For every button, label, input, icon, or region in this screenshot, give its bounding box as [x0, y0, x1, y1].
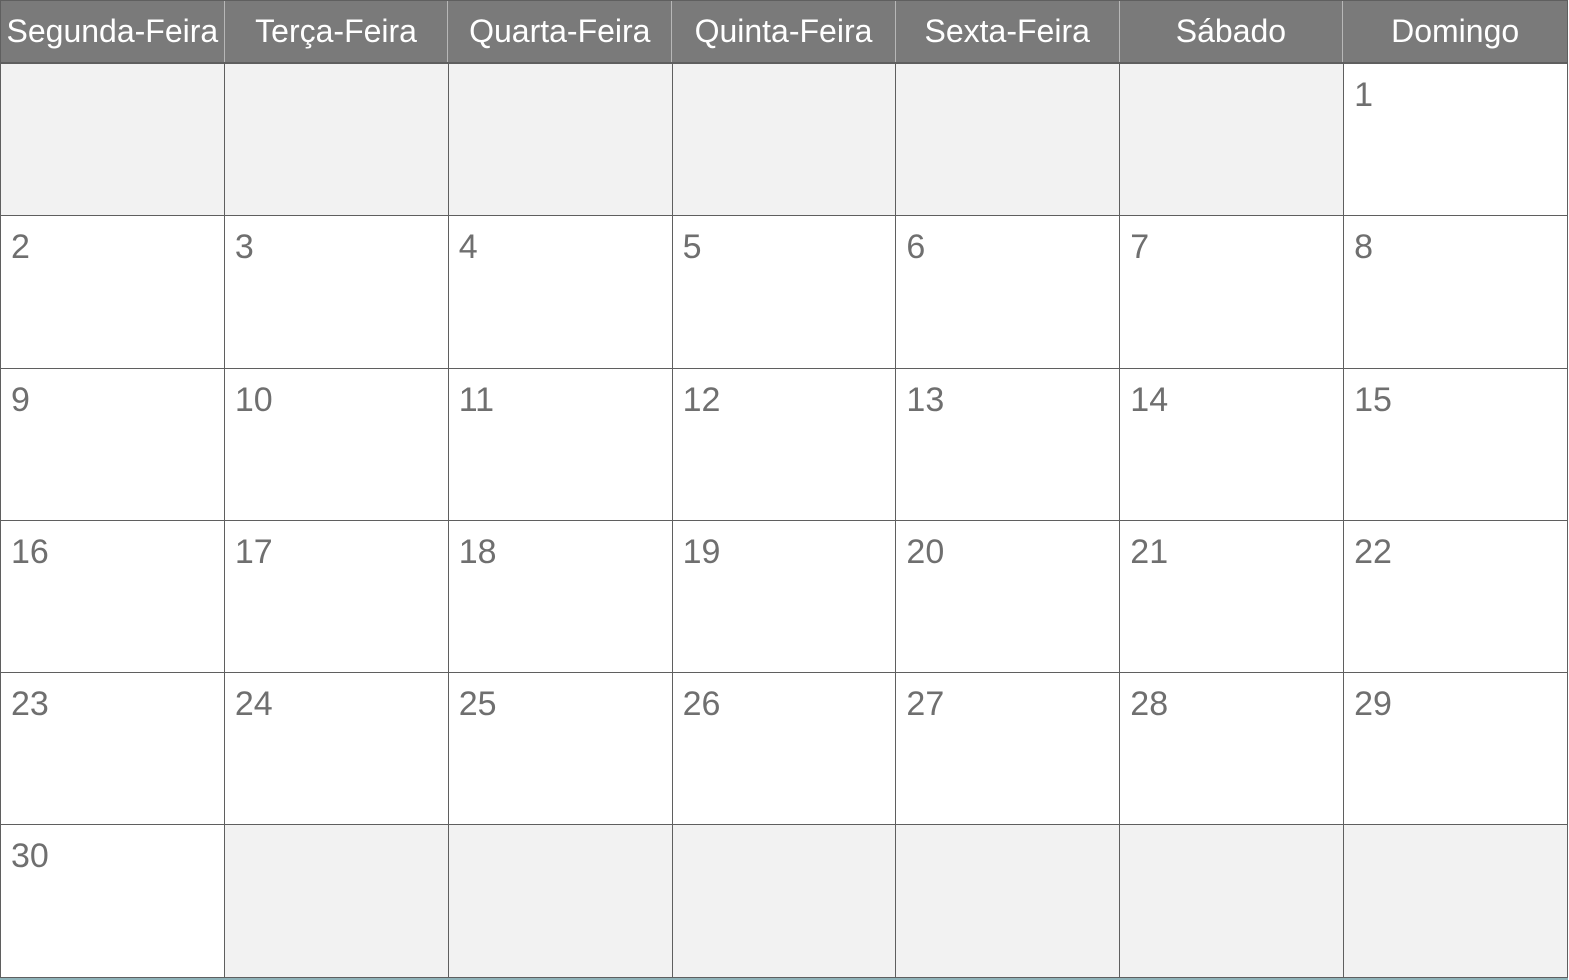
- day-number: 21: [1130, 532, 1169, 571]
- day-cell[interactable]: 15: [1344, 367, 1568, 520]
- weekday-header-thursday: Quinta-Feira: [672, 1, 896, 62]
- day-number: 20: [906, 532, 945, 571]
- weekday-header-sunday: Domingo: [1391, 13, 1520, 49]
- day-number: 3: [234, 228, 254, 267]
- day-cell[interactable]: 4: [448, 215, 673, 368]
- day-number: 2: [11, 228, 30, 267]
- day-number: 17: [234, 532, 273, 571]
- day-number: 18: [458, 532, 497, 571]
- day-cell[interactable]: 9: [1, 367, 225, 520]
- weekday-header-tuesday: Terça-Feira: [225, 1, 449, 62]
- day-number: 19: [682, 532, 721, 571]
- day-cell[interactable]: 20: [896, 519, 1121, 673]
- day-cell[interactable]: 3: [224, 215, 449, 368]
- day-cell[interactable]: 7: [1120, 215, 1345, 368]
- weekday-header-saturday: Sábado: [1120, 1, 1344, 62]
- day-number: 29: [1354, 685, 1392, 724]
- day-number: 11: [458, 380, 494, 419]
- day-number: 15: [1354, 380, 1392, 419]
- day-number: 26: [682, 685, 721, 724]
- empty-day-cell: [672, 63, 897, 216]
- day-cell[interactable]: 1: [1344, 63, 1568, 216]
- day-cell[interactable]: 29: [1344, 672, 1568, 825]
- weekday-header-monday: Segunda-Feira: [1, 1, 225, 62]
- empty-day-cell: [1120, 63, 1345, 216]
- day-number: 7: [1130, 228, 1150, 267]
- day-cell[interactable]: 5: [672, 215, 897, 368]
- day-number: 24: [234, 685, 273, 724]
- day-number: 10: [234, 380, 273, 419]
- weekday-header-wednesday: Quarta-Feira: [448, 1, 673, 62]
- day-cell[interactable]: 21: [1120, 519, 1345, 673]
- empty-day-cell: [224, 63, 449, 216]
- day-cell[interactable]: 13: [896, 367, 1121, 520]
- empty-day-cell: [672, 824, 897, 977]
- day-cell[interactable]: 25: [448, 672, 673, 825]
- day-cell[interactable]: 11: [448, 367, 673, 520]
- day-number: 22: [1354, 532, 1392, 571]
- day-number: 28: [1130, 685, 1169, 724]
- day-cell[interactable]: 26: [672, 672, 897, 825]
- day-cell[interactable]: 30: [1, 824, 225, 977]
- day-cell[interactable]: 8: [1344, 215, 1568, 368]
- empty-day-cell: [896, 63, 1121, 216]
- empty-day-cell: [448, 63, 673, 216]
- day-number: 9: [11, 380, 30, 419]
- day-number: 13: [906, 380, 945, 419]
- day-cell[interactable]: 19: [672, 519, 897, 673]
- day-number: 4: [458, 228, 478, 267]
- day-cell[interactable]: 27: [896, 672, 1121, 825]
- day-number: 25: [458, 685, 497, 724]
- day-number: 14: [1130, 380, 1169, 419]
- day-number: 1: [1354, 76, 1374, 114]
- day-cell[interactable]: 28: [1120, 672, 1345, 825]
- day-cell[interactable]: 22: [1344, 519, 1568, 673]
- day-cell[interactable]: 6: [896, 215, 1121, 368]
- day-cell[interactable]: 23: [1, 672, 225, 825]
- day-number: 23: [11, 685, 49, 724]
- day-cell[interactable]: 14: [1120, 367, 1345, 520]
- day-number: 16: [11, 532, 49, 571]
- empty-day-cell: [224, 824, 449, 977]
- day-number: 27: [906, 685, 945, 724]
- day-cell[interactable]: 24: [224, 672, 449, 825]
- day-cell[interactable]: 12: [672, 367, 897, 520]
- day-number: 5: [682, 228, 702, 267]
- empty-day-cell: [896, 824, 1121, 977]
- day-cell[interactable]: 18: [448, 519, 673, 673]
- empty-day-cell: [1, 63, 225, 216]
- empty-day-cell: [1344, 824, 1568, 977]
- empty-day-cell: [448, 824, 673, 977]
- weekday-header-row: Segunda-Feira Terça-Feira Quarta-Feira Q…: [0, 0, 1568, 63]
- day-number: 30: [11, 837, 49, 876]
- day-number: 12: [682, 380, 721, 419]
- day-cell[interactable]: 17: [224, 519, 449, 673]
- day-grid: 1 2 3 4 5 6 7 8 9 10 11 12 13 14 15 16 1…: [0, 63, 1568, 978]
- day-number: 6: [906, 228, 926, 267]
- day-cell[interactable]: 2: [1, 215, 225, 368]
- empty-day-cell: [1120, 824, 1345, 977]
- day-number: 8: [1354, 228, 1374, 267]
- calendar: Segunda-Feira Terça-Feira Quarta-Feira Q…: [0, 0, 1568, 980]
- day-cell[interactable]: 16: [1, 519, 225, 673]
- day-cell[interactable]: 10: [224, 367, 449, 520]
- weekday-header-friday: Sexta-Feira: [896, 1, 1120, 62]
